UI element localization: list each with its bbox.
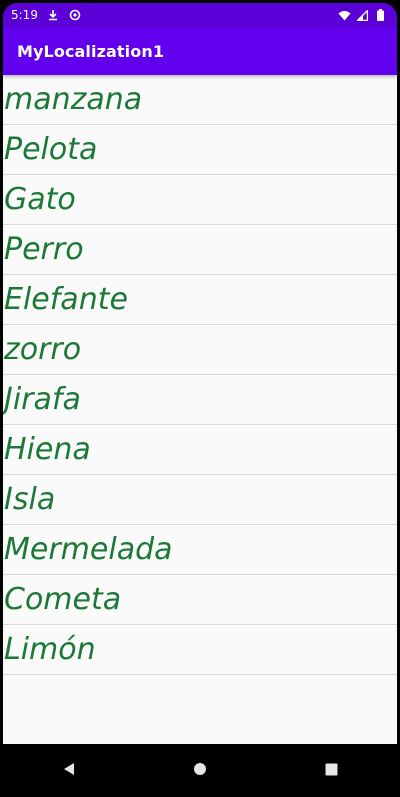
phone-frame: 5:19 MyLocalization1 manzana Pelota Gato… [0, 0, 400, 797]
list-item[interactable]: Perro [3, 225, 397, 275]
status-time: 5:19 [11, 8, 38, 22]
list-item[interactable]: zorro [3, 325, 397, 375]
app-title: MyLocalization1 [17, 41, 165, 61]
list-item-label: Limón [4, 631, 96, 667]
data-saver-icon [68, 8, 82, 22]
navigation-bar [3, 744, 397, 794]
word-list: manzana Pelota Gato Perro Elefante zorro… [3, 75, 397, 675]
list-item[interactable]: Isla [3, 475, 397, 525]
download-icon [46, 8, 60, 22]
list-item-label: Cometa [4, 581, 122, 617]
list-item-label: Elefante [4, 281, 128, 317]
app-bar: MyLocalization1 [3, 27, 397, 75]
list-item-label: zorro [4, 331, 82, 367]
list-item[interactable]: Elefante [3, 275, 397, 325]
signal-icon [355, 8, 369, 22]
home-icon [193, 763, 206, 775]
battery-icon [373, 8, 387, 22]
back-button[interactable] [49, 749, 89, 789]
wifi-icon [337, 8, 351, 22]
content-area: manzana Pelota Gato Perro Elefante zorro… [3, 75, 397, 744]
list-item-label: Hiena [4, 431, 91, 467]
list-item-label: manzana [4, 81, 143, 117]
list-item-label: Gato [4, 181, 76, 217]
list-item[interactable]: Hiena [3, 425, 397, 475]
list-item-label: Mermelada [4, 531, 173, 567]
list-item-label: Isla [4, 481, 56, 517]
home-button[interactable] [180, 749, 220, 789]
list-item[interactable]: Pelota [3, 125, 397, 175]
recents-icon [325, 763, 338, 775]
list-item-label: Jirafa [4, 381, 81, 417]
back-icon [63, 763, 74, 775]
list-item[interactable]: Jirafa [3, 375, 397, 425]
list-item[interactable]: manzana [3, 75, 397, 125]
list-item-label: Perro [4, 231, 84, 267]
list-item[interactable]: Limón [3, 625, 397, 675]
list-item[interactable]: Mermelada [3, 525, 397, 575]
list-item[interactable]: Cometa [3, 575, 397, 625]
status-bar: 5:19 [3, 3, 397, 27]
recents-button[interactable] [311, 749, 351, 789]
status-right [337, 8, 397, 22]
list-item[interactable]: Gato [3, 175, 397, 225]
list-item-label: Pelota [4, 131, 98, 167]
status-left: 5:19 [3, 8, 82, 22]
